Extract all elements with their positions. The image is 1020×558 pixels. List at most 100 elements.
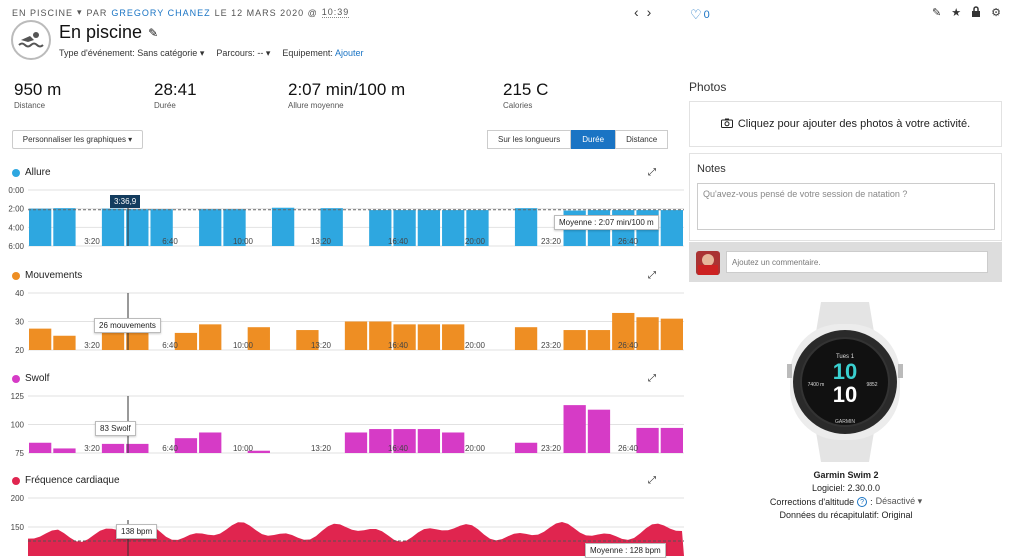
swolf-bar [101,443,125,453]
like-count: 0 [703,9,710,21]
pace-bar [101,208,125,246]
swolf-bar [29,442,52,453]
swolf-bar [344,432,368,453]
comment-bar: Ajoutez un commentaire. [689,242,1002,282]
heart-y-tick: 200 [11,494,25,503]
pace-x-tick: 3:20 [84,237,100,246]
swolf-tooltip: 83 Swolf [95,421,136,436]
swolf-x-tick: 3:20 [84,444,100,453]
swolf-x-tick: 16:40 [388,444,409,453]
altitude-select[interactable]: Désactivé ▾ [876,496,923,507]
activity-tools: ✎ ★ ⚙ [932,6,1001,20]
swolf-bar [174,438,198,453]
swolf-bar [199,432,222,453]
pace-bar [660,210,683,246]
edit-icon[interactable]: ✎ [932,6,941,20]
pace-x-tick: 10:00 [233,237,254,246]
notes-textarea[interactable]: Qu'avez-vous pensé de votre session de n… [697,183,995,230]
strokes-bar [174,332,198,350]
strokes-x-tick: 26:40 [618,341,639,350]
swolf-bar [514,442,538,453]
avatar [696,251,720,275]
device-software: Logiciel: 2.30.0.0 [811,483,881,493]
swolf-y-tick: 100 [11,421,25,430]
swolf-bar [417,429,441,453]
altitude-value: Désactivé [875,496,916,506]
strokes-x-tick: 23:20 [541,341,562,350]
pace-x-tick: 16:40 [388,237,409,246]
watch-left-value: 7400 m [808,382,825,388]
watch-image: Tues 1 10 10 7400 m 9852 GARMIN [787,302,903,462]
strokes-y-tick: 30 [15,318,24,327]
strokes-bar [587,330,611,350]
pace-average-label: Moyenne : 2:07 min/100 m [554,215,659,230]
strokes-y-tick: 40 [15,289,24,298]
pace-bar [29,208,52,246]
strokes-bar [29,328,52,350]
swolf-x-tick: 23:20 [541,444,562,453]
swolf-x-tick: 13:20 [311,444,332,453]
like-button[interactable]: ♡ 0 [690,7,710,23]
pace-x-tick: 6:40 [162,237,178,246]
watch-hour: 10 [833,359,857,384]
strokes-x-tick: 16:40 [388,341,409,350]
swolf-y-tick: 125 [11,392,25,401]
swolf-y-tick: 75 [15,449,24,458]
swolf-bar [126,443,149,453]
pace-bar [126,209,149,246]
pace-y-tick: 2:00 [8,205,24,214]
swolf-x-tick: 6:40 [162,444,178,453]
pace-cursor-label: 3:36,9 [110,195,141,208]
swolf-x-tick: 20:00 [465,444,486,453]
pace-bar [514,208,538,246]
altitude-label: Corrections d'altitude [769,496,855,507]
star-icon[interactable]: ★ [951,6,961,20]
strokes-bar [101,332,125,350]
strokes-x-tick: 3:20 [84,341,100,350]
pace-x-tick: 23:20 [541,237,562,246]
strokes-bar [563,330,586,350]
altitude-row: Corrections d'altitude ?: Désactivé ▾ [769,496,923,507]
watch-brand: GARMIN [835,419,855,425]
add-photos-card[interactable]: Cliquez pour ajouter des photos à votre … [689,101,1002,147]
strokes-x-tick: 6:40 [162,341,178,350]
strokes-bar [514,327,538,350]
strokes-bar [126,332,149,350]
add-photos-label: Cliquez pour ajouter des photos à votre … [737,118,971,130]
pace-y-tick: 0:00 [8,186,24,195]
swolf-bar [636,427,659,453]
strokes-x-tick: 13:20 [311,341,332,350]
pace-bar [53,208,76,246]
notes-card: Notes Qu'avez-vous pensé de votre sessio… [689,153,1002,241]
summary-data: Données du récapitulatif: Original [779,510,913,520]
swolf-bar [53,448,76,453]
pace-bar [199,209,222,246]
device-info: Garmin Swim 2 Logiciel: 2.30.0.0 Correct… [746,470,946,520]
camera-icon [720,118,733,131]
strokes-bar [199,324,222,350]
help-icon[interactable]: ? [857,496,868,507]
activity-charts[interactable]: 0:00 2:00 4:00 6:00 3:20 6:40 10:00 13:20 16:40 2… [0,0,686,556]
swolf-x-tick: 10:00 [233,444,254,453]
watch-minute: 10 [833,382,857,407]
strokes-x-tick: 10:00 [233,341,254,350]
heart-y-tick: 150 [11,523,25,532]
pace-x-tick: 20:00 [465,237,486,246]
device-name: Garmin Swim 2 [813,470,879,480]
pace-y-tick: 4:00 [8,223,24,232]
swolf-bar [587,409,611,453]
heart-tooltip: 138 bpm [116,524,158,539]
swolf-x-tick: 26:40 [618,444,639,453]
heart-icon: ♡ [690,7,702,22]
strokes-bar [660,318,683,350]
photos-title: Photos [689,80,727,94]
comment-input[interactable]: Ajoutez un commentaire. [726,251,988,273]
strokes-bar [442,324,465,350]
strokes-y-tick: 20 [15,346,24,355]
pace-bar [417,210,441,246]
strokes-x-tick: 20:00 [465,341,486,350]
pace-x-tick: 26:40 [618,237,639,246]
gear-icon[interactable]: ⚙ [991,6,1001,20]
strokes-bar [344,321,368,350]
lock-icon[interactable] [971,6,981,20]
